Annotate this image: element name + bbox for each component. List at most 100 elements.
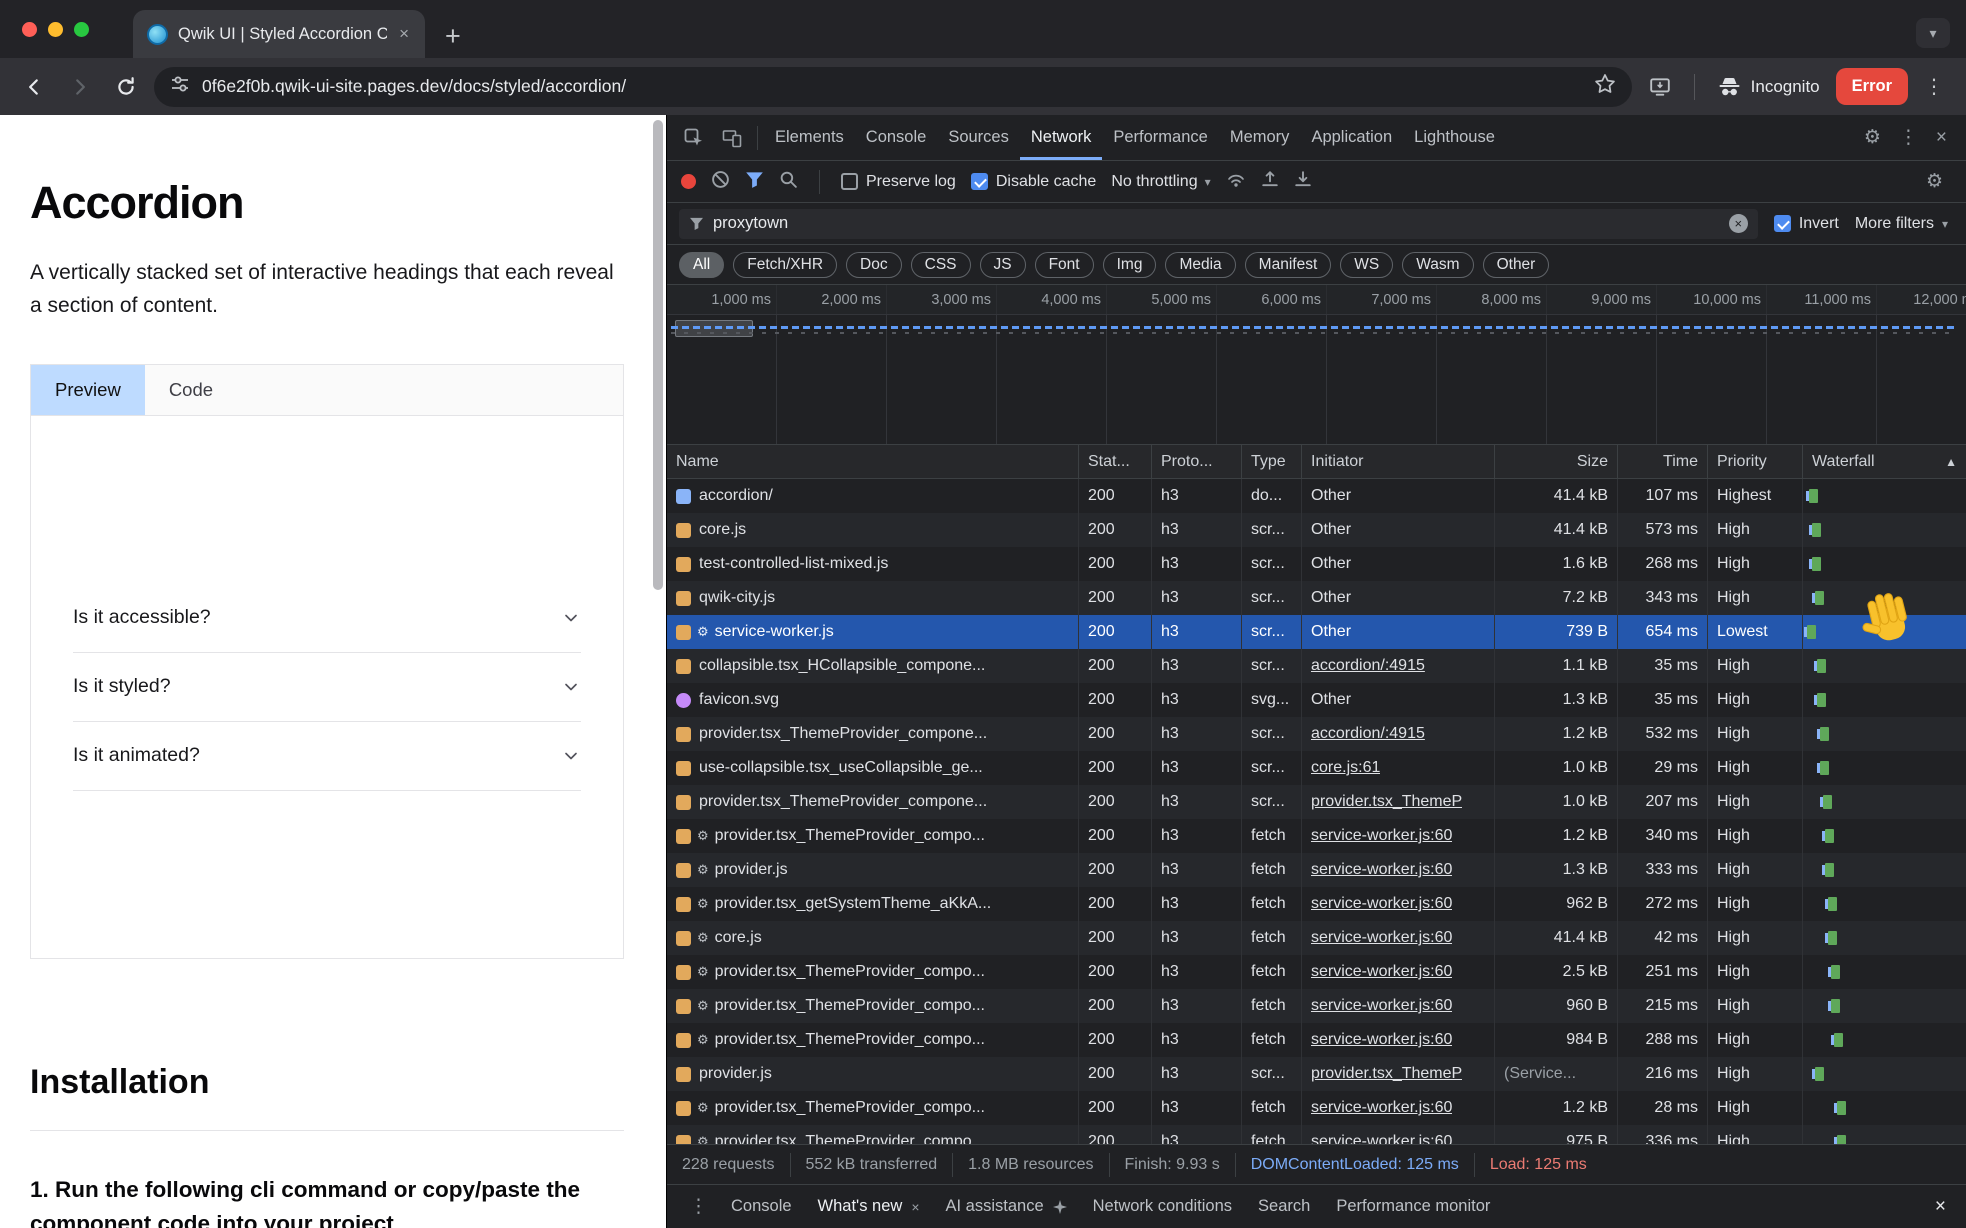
initiator-link[interactable]: service-worker.js:60 xyxy=(1311,963,1452,981)
filter-chip-all[interactable]: All xyxy=(679,252,724,278)
network-overview-timeline[interactable]: 1,000 ms2,000 ms3,000 ms4,000 ms5,000 ms… xyxy=(667,285,1966,445)
filter-chip-js[interactable]: JS xyxy=(980,252,1026,278)
network-request-row[interactable]: ⚙provider.tsx_ThemeProvider_compo... 200… xyxy=(667,819,1966,853)
network-request-row[interactable]: provider.tsx_ThemeProvider_compone... 20… xyxy=(667,717,1966,751)
maximize-window-button[interactable] xyxy=(74,22,89,37)
accordion-trigger[interactable]: Is it accessible? xyxy=(73,584,581,653)
error-button[interactable]: Error xyxy=(1836,68,1908,105)
tab-preview[interactable]: Preview xyxy=(31,365,145,415)
filter-chip-doc[interactable]: Doc xyxy=(846,252,902,278)
initiator-link[interactable]: service-worker.js:60 xyxy=(1311,997,1452,1015)
filter-funnel-icon[interactable] xyxy=(745,171,764,193)
page-scrollbar-thumb[interactable] xyxy=(653,120,663,590)
network-request-row[interactable]: use-collapsible.tsx_useCollapsible_ge...… xyxy=(667,751,1966,785)
browser-menu-kebab-icon[interactable]: ⋮ xyxy=(1918,74,1950,99)
filter-input-wrapper[interactable]: × xyxy=(679,209,1758,239)
network-request-row[interactable]: ⚙core.js 200 h3 fetch service-worker.js:… xyxy=(667,921,1966,955)
devtools-tab-application[interactable]: Application xyxy=(1300,115,1403,160)
search-icon[interactable] xyxy=(779,170,798,194)
network-settings-gear-icon[interactable]: ⚙ xyxy=(1917,170,1952,193)
column-header-priority[interactable]: Priority xyxy=(1708,445,1803,478)
filter-chip-media[interactable]: Media xyxy=(1165,252,1235,278)
initiator-link[interactable]: provider.tsx_ThemeP xyxy=(1311,793,1462,811)
filter-chip-other[interactable]: Other xyxy=(1483,252,1550,278)
install-app-icon[interactable] xyxy=(1642,69,1678,105)
disable-cache-toggle[interactable]: Disable cache xyxy=(971,173,1097,191)
devtools-tab-console[interactable]: Console xyxy=(855,115,938,160)
site-settings-tune-icon[interactable] xyxy=(170,74,190,99)
export-har-icon[interactable] xyxy=(1294,170,1312,193)
drawer-tab-search[interactable]: Search xyxy=(1245,1185,1323,1228)
address-bar[interactable]: 0f6e2f0b.qwik-ui-site.pages.dev/docs/sty… xyxy=(154,67,1632,107)
drawer-tab-what-s-new[interactable]: What's new× xyxy=(805,1185,933,1228)
close-window-button[interactable] xyxy=(22,22,37,37)
new-tab-button[interactable]: + xyxy=(445,23,461,50)
devtools-settings-gear-icon[interactable]: ⚙ xyxy=(1855,126,1890,149)
inspect-element-icon[interactable] xyxy=(675,128,713,148)
column-header-time[interactable]: Time xyxy=(1618,445,1708,478)
clear-network-log-icon[interactable] xyxy=(711,170,730,194)
initiator-link[interactable]: accordion/:4915 xyxy=(1311,657,1425,675)
initiator-link[interactable]: provider.tsx_ThemeP xyxy=(1311,1065,1462,1083)
network-request-row[interactable]: collapsible.tsx_HCollapsible_compone... … xyxy=(667,649,1966,683)
bookmark-star-icon[interactable] xyxy=(1594,73,1616,100)
network-request-row[interactable]: favicon.svg 200 h3 svg... Other 1.3 kB 3… xyxy=(667,683,1966,717)
drawer-tab-console[interactable]: Console xyxy=(718,1185,805,1228)
network-request-row[interactable]: accordion/ 200 h3 do... Other 41.4 kB 10… xyxy=(667,479,1966,513)
tab-code[interactable]: Code xyxy=(145,365,237,415)
network-request-row[interactable]: ⚙provider.tsx_getSystemTheme_aKkA... 200… xyxy=(667,887,1966,921)
network-request-row[interactable]: ⚙service-worker.js 200 h3 scr... Other 7… xyxy=(667,615,1966,649)
preserve-log-checkbox[interactable] xyxy=(841,173,858,190)
clear-filter-icon[interactable]: × xyxy=(1729,214,1748,233)
column-header-waterfall[interactable]: Waterfall▲ xyxy=(1803,445,1966,478)
network-request-row[interactable]: ⚙provider.tsx_ThemeProvider_compo... 200… xyxy=(667,1125,1966,1144)
network-request-row[interactable]: ⚙provider.js 200 h3 fetch service-worker… xyxy=(667,853,1966,887)
devtools-close-icon[interactable]: × xyxy=(1927,127,1956,149)
column-header-size[interactable]: Size xyxy=(1495,445,1618,478)
filter-chip-fetch-xhr[interactable]: Fetch/XHR xyxy=(733,252,837,278)
initiator-link[interactable]: core.js:61 xyxy=(1311,759,1380,777)
network-request-row[interactable]: provider.js 200 h3 scr... provider.tsx_T… xyxy=(667,1057,1966,1091)
initiator-link[interactable]: service-worker.js:60 xyxy=(1311,895,1452,913)
initiator-link[interactable]: service-worker.js:60 xyxy=(1311,861,1452,879)
filter-chip-font[interactable]: Font xyxy=(1035,252,1094,278)
record-network-log-button[interactable] xyxy=(681,174,696,189)
invert-filter-toggle[interactable]: Invert xyxy=(1774,215,1839,233)
reload-button[interactable] xyxy=(108,69,144,105)
disable-cache-checkbox[interactable] xyxy=(971,173,988,190)
devtools-tab-memory[interactable]: Memory xyxy=(1219,115,1301,160)
preserve-log-toggle[interactable]: Preserve log xyxy=(841,173,956,191)
accordion-trigger[interactable]: Is it styled? xyxy=(73,653,581,722)
network-request-row[interactable]: provider.tsx_ThemeProvider_compone... 20… xyxy=(667,785,1966,819)
devtools-menu-kebab-icon[interactable]: ⋮ xyxy=(1890,126,1927,149)
column-header-type[interactable]: Type xyxy=(1242,445,1302,478)
column-header-stat[interactable]: Stat... xyxy=(1079,445,1152,478)
macos-window-controls[interactable] xyxy=(0,0,103,58)
network-filter-input[interactable] xyxy=(713,214,1720,233)
network-request-row[interactable]: core.js 200 h3 scr... Other 41.4 kB 573 … xyxy=(667,513,1966,547)
network-request-row[interactable]: ⚙provider.tsx_ThemeProvider_compo... 200… xyxy=(667,955,1966,989)
network-request-row[interactable]: ⚙provider.tsx_ThemeProvider_compo... 200… xyxy=(667,1091,1966,1125)
devtools-tab-sources[interactable]: Sources xyxy=(937,115,1020,160)
devtools-tab-lighthouse[interactable]: Lighthouse xyxy=(1403,115,1506,160)
minimize-window-button[interactable] xyxy=(48,22,63,37)
close-drawer-tab-icon[interactable]: × xyxy=(911,1199,919,1215)
initiator-link[interactable]: service-worker.js:60 xyxy=(1311,929,1452,947)
close-tab-icon[interactable]: × xyxy=(397,24,411,44)
network-request-row[interactable]: test-controlled-list-mixed.js 200 h3 scr… xyxy=(667,547,1966,581)
accordion-trigger[interactable]: Is it animated? xyxy=(73,722,581,791)
back-button[interactable] xyxy=(16,69,52,105)
network-request-row[interactable]: qwik-city.js 200 h3 scr... Other 7.2 kB … xyxy=(667,581,1966,615)
initiator-link[interactable]: service-worker.js:60 xyxy=(1311,1133,1452,1144)
column-header-proto[interactable]: Proto... xyxy=(1152,445,1242,478)
network-request-row[interactable]: ⚙provider.tsx_ThemeProvider_compo... 200… xyxy=(667,989,1966,1023)
more-filters-dropdown[interactable]: More filters ▾ xyxy=(1855,215,1954,233)
filter-chip-css[interactable]: CSS xyxy=(911,252,971,278)
filter-chip-manifest[interactable]: Manifest xyxy=(1245,252,1332,278)
initiator-link[interactable]: service-worker.js:60 xyxy=(1311,827,1452,845)
network-conditions-icon[interactable] xyxy=(1226,170,1246,193)
import-har-icon[interactable] xyxy=(1261,170,1279,193)
drawer-tab-ai-assistance[interactable]: AI assistance xyxy=(933,1185,1080,1228)
throttling-dropdown[interactable]: No throttling ▾ xyxy=(1111,173,1210,191)
devtools-tab-elements[interactable]: Elements xyxy=(764,115,855,160)
